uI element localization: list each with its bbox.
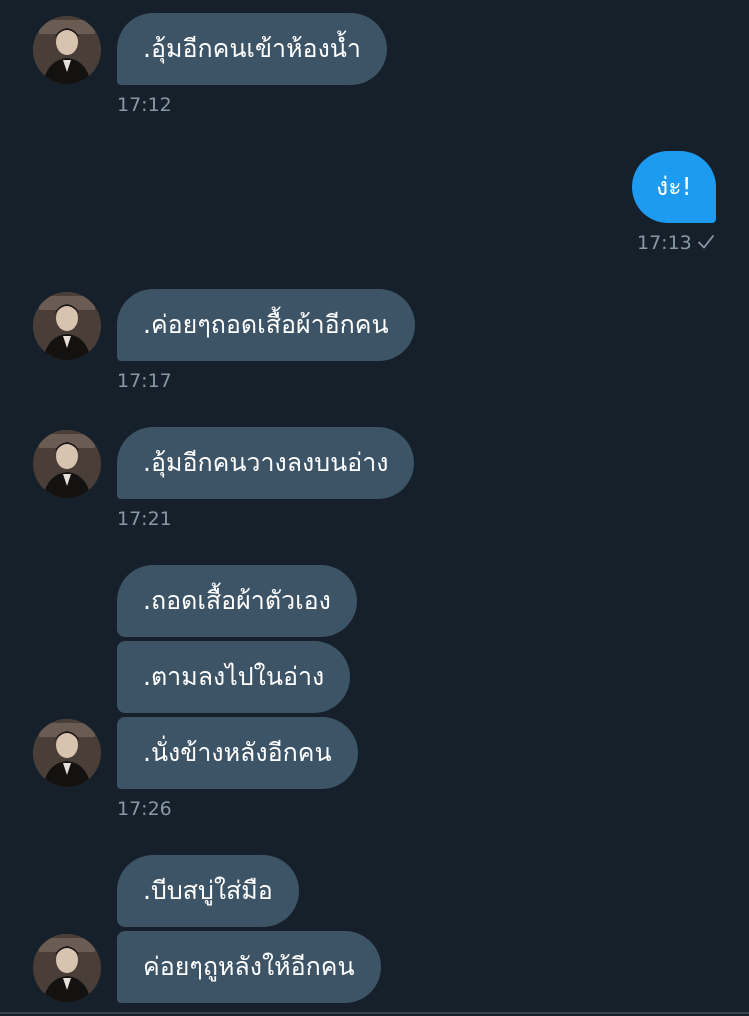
avatar-image [33, 719, 101, 787]
message-bubble[interactable]: .ค่อยๆถอดเสื้อผ้าอีกคน [117, 289, 415, 361]
message-bubble[interactable]: .อุ้มอีกคนวางลงบนอ่าง [117, 427, 415, 499]
contact-avatar[interactable] [33, 430, 101, 498]
contact-avatar[interactable] [33, 719, 101, 787]
message-bubble[interactable]: .ถอดเสื้อผ้าตัวเอง [117, 565, 357, 637]
message-text: .อุ้มอีกคนวางลงบนอ่าง [143, 448, 389, 477]
message-bubble[interactable]: .อุ้มอีกคนเข้าห้องน้ำ [117, 13, 387, 85]
message-timestamp: 17:21 [117, 508, 172, 530]
checkmark-icon [698, 235, 714, 249]
conversation-thread: .อุ้มอีกคนเข้าห้องน้ำ 17:12 ง่ะ! 17:13 .… [0, 0, 749, 1016]
message-bubble[interactable]: ค่อยๆถูหลังให้อีกคน [117, 931, 381, 1003]
message-timestamp: 17:17 [117, 370, 172, 392]
sent-message-bubble[interactable]: ง่ะ! [632, 151, 716, 223]
message-text: .ค่อยๆถอดเสื้อผ้าอีกคน [143, 310, 389, 339]
contact-avatar[interactable] [33, 292, 101, 360]
message-text: .อุ้มอีกคนเข้าห้องน้ำ [143, 34, 361, 63]
message-timestamp: 17:13 [637, 232, 692, 254]
contact-avatar[interactable] [33, 934, 101, 1002]
message-bubble[interactable]: .บีบสบู่ใส่มือ [117, 855, 299, 927]
message-text: .บีบสบู่ใส่มือ [143, 876, 273, 905]
avatar-image [33, 430, 101, 498]
message-text: .ตามลงไปในอ่าง [143, 662, 325, 691]
contact-avatar[interactable] [33, 16, 101, 84]
message-timestamp: 17:12 [117, 94, 172, 116]
divider [0, 1012, 749, 1014]
message-text: ง่ะ! [656, 172, 692, 201]
avatar-image [33, 16, 101, 84]
avatar-image [33, 292, 101, 360]
message-text: .นั่งข้างหลังอีกคน [143, 738, 332, 767]
message-timestamp: 17:26 [117, 798, 172, 820]
avatar-image [33, 934, 101, 1002]
message-text: .ถอดเสื้อผ้าตัวเอง [143, 586, 331, 615]
message-bubble[interactable]: .นั่งข้างหลังอีกคน [117, 717, 358, 789]
message-bubble[interactable]: .ตามลงไปในอ่าง [117, 641, 351, 713]
message-text: ค่อยๆถูหลังให้อีกคน [143, 952, 355, 981]
